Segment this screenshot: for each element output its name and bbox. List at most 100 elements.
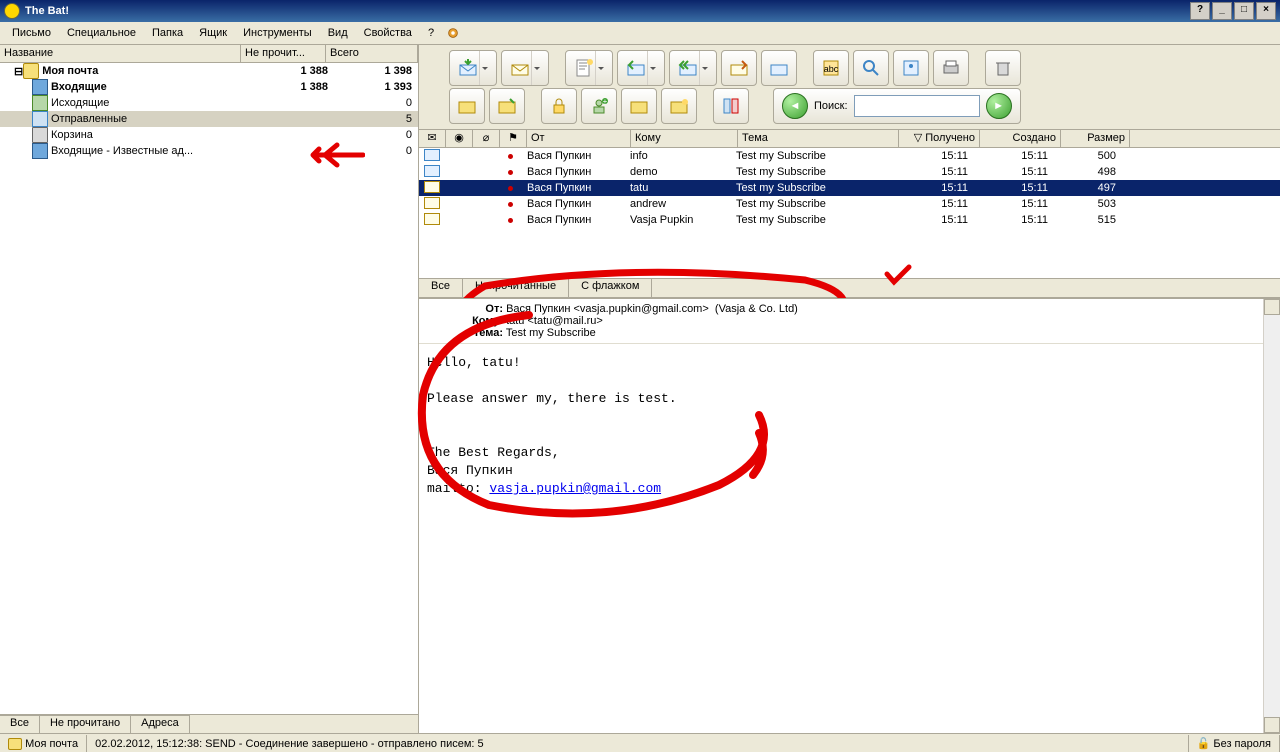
nav-go[interactable]: ► — [986, 93, 1012, 119]
menu-mailbox[interactable]: Ящик — [191, 25, 235, 41]
col-from[interactable]: От — [527, 130, 631, 147]
left-tab-all[interactable]: Все — [0, 715, 40, 733]
menu-message[interactable]: Письмо — [4, 25, 59, 41]
col-flag-icon[interactable]: ⚑ — [500, 130, 527, 147]
mailto-link[interactable]: vasja.pupkin@gmail.com — [489, 481, 661, 496]
col-name[interactable]: Название — [0, 45, 241, 62]
tb-addressbook[interactable] — [893, 50, 929, 86]
search-label: Поиск: — [814, 100, 848, 112]
hdr-to-label: Кому: — [459, 315, 503, 327]
title-bar: The Bat! ? _ □ × — [0, 0, 1280, 22]
message-row[interactable]: Вася ПупкинtatuTest my Subscribe15:1115:… — [419, 180, 1280, 196]
hdr-to-value: tatu <tatu@mail.ru> — [506, 315, 603, 327]
close-button[interactable]: × — [1256, 2, 1276, 20]
col-received[interactable]: ▽ Получено — [899, 130, 980, 147]
menu-view[interactable]: Вид — [320, 25, 356, 41]
tree-header: Название Не прочит... Всего — [0, 45, 418, 63]
envelope-icon — [424, 181, 440, 193]
folder-inbox[interactable]: Входящие 1 388 1 393 — [0, 79, 418, 95]
tb-new-mail[interactable] — [565, 50, 613, 86]
preview-body: Hello, tatu! Please answer my, there is … — [419, 344, 1280, 733]
priority-dot-icon — [508, 154, 513, 159]
col-created[interactable]: Создано — [980, 130, 1061, 147]
help-button[interactable]: ? — [1190, 2, 1210, 20]
nav-back[interactable]: ◄ — [782, 93, 808, 119]
tb-send[interactable] — [501, 50, 549, 86]
mailto-prefix: mailto: — [427, 481, 482, 496]
col-attach-icon[interactable]: ⌀ — [473, 130, 500, 147]
col-total[interactable]: Всего — [326, 45, 418, 62]
priority-dot-icon — [508, 202, 513, 207]
filter-flagged[interactable]: С флажком — [569, 279, 652, 297]
envelope-icon — [424, 149, 440, 161]
menu-special[interactable]: Специальное — [59, 25, 144, 41]
tb-reply-all[interactable] — [669, 50, 717, 86]
outbox-icon — [32, 95, 48, 111]
tb-print[interactable] — [933, 50, 969, 86]
col-unread[interactable]: Не прочит... — [241, 45, 326, 62]
menu-bar: Письмо Специальное Папка Ящик Инструмент… — [0, 22, 1280, 45]
tb-folder1[interactable] — [449, 88, 485, 124]
status-lock: 🔓 Без пароля — [1189, 735, 1280, 752]
status-bar: Моя почта 02.02.2012, 15:12:38: SEND - С… — [0, 733, 1280, 752]
menu-folder[interactable]: Папка — [144, 25, 191, 41]
col-envelope-icon[interactable]: ✉ — [419, 130, 446, 147]
msg-list-header: ✉ ◉ ⌀ ⚑ От Кому Тема ▽ Получено Создано … — [419, 130, 1280, 148]
menu-properties[interactable]: Свойства — [356, 25, 420, 41]
tb-user[interactable]: + — [581, 88, 617, 124]
tb-delete[interactable] — [985, 50, 1021, 86]
filter-all[interactable]: Все — [419, 279, 463, 297]
message-row[interactable]: Вася ПупкинVasja PupkinTest my Subscribe… — [419, 212, 1280, 228]
folder-known[interactable]: Входящие - Известные ад... 0 — [0, 143, 418, 159]
inbox-icon — [32, 79, 48, 95]
right-pane: abc + ◄ Поиск: — [419, 45, 1280, 733]
left-tab-addresses[interactable]: Адреса — [131, 715, 190, 733]
filter-unread[interactable]: Непрочитанные — [463, 279, 569, 297]
col-size[interactable]: Размер — [1061, 130, 1130, 147]
folder-outbox[interactable]: Исходящие 0 — [0, 95, 418, 111]
tb-folder2[interactable] — [489, 88, 525, 124]
tree-root[interactable]: ⊟ Моя почта 1 388 1 398 — [0, 63, 418, 79]
message-list: ✉ ◉ ⌀ ⚑ От Кому Тема ▽ Получено Создано … — [419, 130, 1280, 298]
hdr-org: (Vasja & Co. Ltd) — [715, 303, 798, 315]
priority-dot-icon — [508, 218, 513, 223]
col-to[interactable]: Кому — [631, 130, 738, 147]
maximize-button[interactable]: □ — [1234, 2, 1254, 20]
sent-icon — [32, 111, 48, 127]
folder-sent[interactable]: Отправленные 5 — [0, 111, 418, 127]
menu-help[interactable]: ? — [420, 25, 442, 41]
priority-dot-icon — [508, 186, 513, 191]
tb-lock[interactable] — [541, 88, 577, 124]
body-text: Please answer my, there is test. — [427, 390, 1272, 408]
message-row[interactable]: Вася ПупкинandrewTest my Subscribe15:111… — [419, 196, 1280, 212]
col-subject[interactable]: Тема — [738, 130, 899, 147]
message-row[interactable]: Вася ПупкинdemoTest my Subscribe15:1115:… — [419, 164, 1280, 180]
left-tab-unread[interactable]: Не прочитано — [40, 715, 131, 733]
scroll-down[interactable] — [1264, 717, 1280, 733]
tb-redirect[interactable] — [761, 50, 797, 86]
preview-scrollbar[interactable] — [1263, 299, 1280, 733]
priority-dot-icon — [508, 170, 513, 175]
toolbar-area: abc + ◄ Поиск: — [419, 45, 1280, 130]
tb-reply[interactable] — [617, 50, 665, 86]
tb-forward[interactable] — [721, 50, 757, 86]
search-input[interactable] — [854, 95, 980, 117]
minimize-button[interactable]: _ — [1212, 2, 1232, 20]
message-row[interactable]: Вася ПупкинinfoTest my Subscribe15:1115:… — [419, 148, 1280, 164]
gear-icon[interactable] — [446, 26, 460, 40]
tb-sort[interactable] — [713, 88, 749, 124]
tb-folder-new[interactable] — [661, 88, 697, 124]
tb-find[interactable] — [853, 50, 889, 86]
tb-spellcheck[interactable]: abc — [813, 50, 849, 86]
tree-rows: ⊟ Моя почта 1 388 1 398 Входящие 1 388 1… — [0, 63, 418, 714]
scroll-up[interactable] — [1264, 299, 1280, 315]
envelope-icon — [424, 165, 440, 177]
tb-receive[interactable] — [449, 50, 497, 86]
status-account: Моя почта — [0, 735, 87, 752]
menu-tools[interactable]: Инструменты — [235, 25, 320, 41]
inbox-icon — [32, 143, 48, 159]
col-status-icon[interactable]: ◉ — [446, 130, 473, 147]
tb-folder-lock[interactable] — [621, 88, 657, 124]
folder-trash[interactable]: Корзина 0 — [0, 127, 418, 143]
hdr-subj-value: Test my Subscribe — [506, 327, 596, 339]
